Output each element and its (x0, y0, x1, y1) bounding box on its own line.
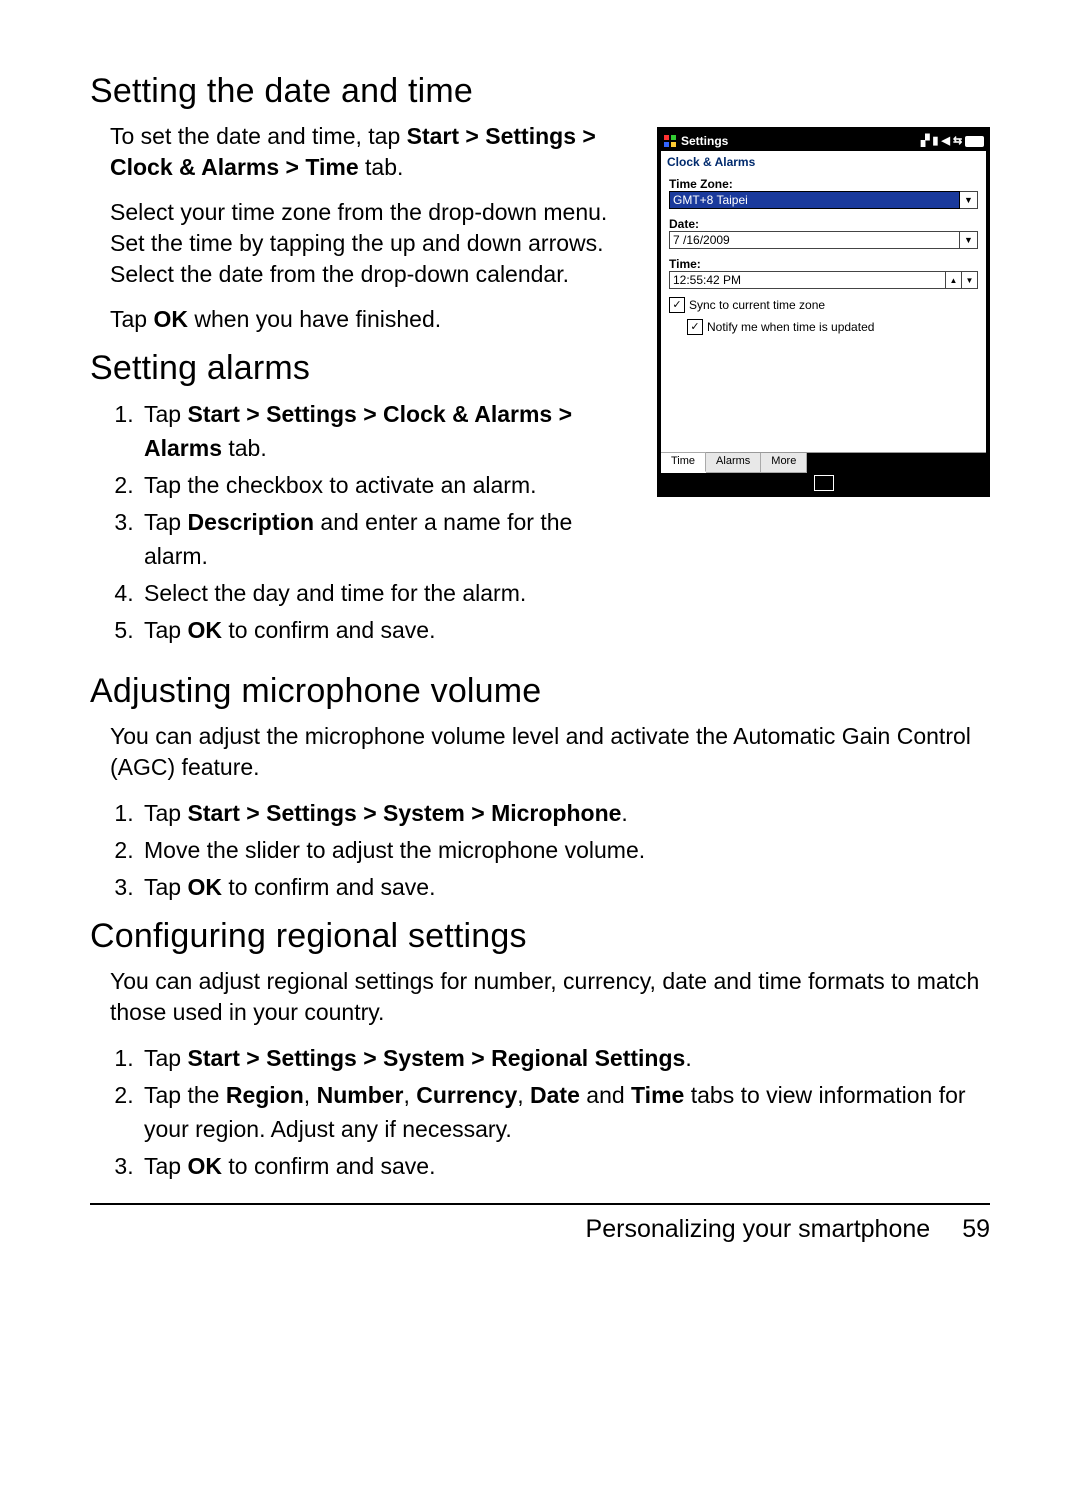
list-item: Tap Start > Settings > System > Regional… (140, 1042, 990, 1075)
regional-steps: Tap Start > Settings > System > Regional… (90, 1042, 990, 1183)
list-item: Move the slider to adjust the microphone… (140, 834, 990, 867)
list-item: Select the day and time for the alarm. (140, 577, 990, 610)
sync-checkbox[interactable]: ✓ (669, 297, 685, 313)
date-label: Date: (669, 217, 978, 231)
signal-icon: ▞ (921, 136, 929, 147)
microphone-steps: Tap Start > Settings > System > Micropho… (90, 797, 990, 905)
tab-bar: Time Alarms More (661, 452, 986, 473)
network-icon: ⇆ (953, 136, 962, 147)
notify-checkbox[interactable]: ✓ (687, 319, 703, 335)
windows-flag-icon (663, 134, 677, 148)
list-item: Tap OK to confirm and save. (140, 871, 990, 904)
timezone-label: Time Zone: (669, 177, 978, 191)
sip-bar (661, 473, 986, 493)
tab-time[interactable]: Time (661, 452, 706, 472)
page-number: 59 (962, 1215, 990, 1244)
tab-alarms[interactable]: Alarms (706, 453, 761, 473)
list-item: Tap Start > Settings > System > Micropho… (140, 797, 990, 830)
footer-rule (90, 1203, 990, 1205)
dropdown-icon[interactable]: ▼ (960, 231, 978, 249)
list-item: Tap Description and enter a name for the… (140, 506, 990, 573)
microphone-paragraph: You can adjust the microphone volume lev… (90, 721, 990, 783)
sync-label: Sync to current time zone (689, 298, 825, 312)
battery-icon: ▮ (932, 136, 938, 147)
list-item: Tap OK to confirm and save. (140, 614, 990, 647)
time-field[interactable] (669, 271, 946, 289)
spin-up-icon[interactable]: ▲ (946, 271, 962, 289)
window-titlebar: Settings ▞ ▮ ◀ ⇆ ok (661, 131, 986, 151)
list-item: Tap OK to confirm and save. (140, 1150, 990, 1183)
dropdown-icon[interactable]: ▼ (960, 191, 978, 209)
regional-paragraph: You can adjust regional settings for num… (90, 966, 990, 1028)
heading-microphone: Adjusting microphone volume (90, 672, 990, 711)
keyboard-icon[interactable] (814, 475, 834, 491)
window-title: Settings (681, 134, 728, 148)
spin-down-icon[interactable]: ▼ (962, 271, 978, 289)
footer-title: Personalizing your smartphone (586, 1215, 931, 1244)
ok-button[interactable]: ok (965, 136, 984, 147)
tab-more[interactable]: More (761, 453, 807, 473)
date-field[interactable] (669, 231, 960, 249)
time-label: Time: (669, 257, 978, 271)
heading-date-time: Setting the date and time (90, 72, 990, 111)
app-header: Clock & Alarms (661, 151, 986, 173)
heading-regional: Configuring regional settings (90, 917, 990, 956)
list-item: Tap the Region, Number, Currency, Date a… (140, 1079, 990, 1146)
volume-icon: ◀ (941, 136, 949, 147)
notify-label: Notify me when time is updated (707, 320, 874, 334)
screenshot-clock-alarms: Settings ▞ ▮ ◀ ⇆ ok Clock & Alarms Time … (657, 127, 990, 497)
timezone-select[interactable] (669, 191, 960, 209)
